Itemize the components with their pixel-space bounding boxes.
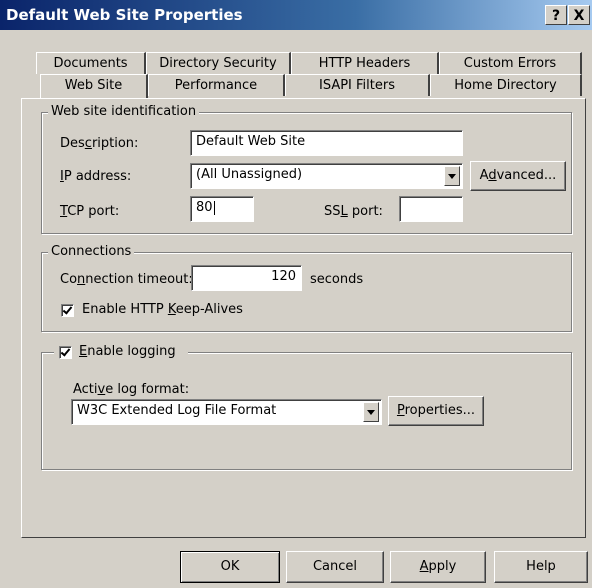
tab-directory-security[interactable]: Directory Security [146, 52, 291, 74]
tab-home-directory[interactable]: Home Directory [430, 74, 582, 96]
connections-legend: Connections [48, 244, 135, 259]
connections-group [41, 252, 572, 332]
apply-button[interactable]: Apply [390, 551, 486, 583]
keepalive-checkbox[interactable] [61, 304, 74, 317]
tcp-port-input[interactable]: 80 [190, 196, 254, 222]
keepalive-label: Enable HTTP Keep-Alives [82, 302, 243, 317]
log-format-value: W3C Extended Log File Format [77, 403, 277, 418]
tcp-port-value: 80 [196, 200, 213, 215]
log-format-label: Active log format: [73, 382, 190, 397]
cancel-button[interactable]: Cancel [286, 551, 384, 583]
tab-custom-errors[interactable]: Custom Errors [439, 52, 582, 74]
description-label: Description: [60, 136, 139, 151]
tab-http-headers[interactable]: HTTP Headers [291, 52, 439, 74]
text-caret [213, 200, 215, 215]
ip-address-select[interactable]: (All Unassigned) [190, 163, 463, 189]
description-input[interactable]: Default Web Site [190, 130, 463, 156]
properties-dialog: Default Web Site Properties ? X Document… [0, 0, 592, 588]
connection-timeout-label: Connection timeout: [60, 272, 193, 287]
connection-timeout-input[interactable]: 120 [191, 265, 302, 291]
ip-address-value: (All Unassigned) [196, 167, 303, 182]
enable-logging-checkbox[interactable] [59, 346, 72, 359]
enable-logging-label: Enable logging [79, 344, 176, 359]
tab-performance[interactable]: Performance [148, 74, 285, 96]
ssl-port-label: SSL port: [324, 204, 383, 219]
tab-isapi-filters[interactable]: ISAPI Filters [285, 74, 430, 96]
tcp-port-label: TCP port: [60, 204, 120, 219]
tab-web-site[interactable]: Web Site [40, 74, 148, 98]
timeout-unit-label: seconds [310, 272, 364, 287]
log-format-select[interactable]: W3C Extended Log File Format [71, 399, 382, 425]
help-button[interactable]: Help [494, 551, 588, 583]
window-title: Default Web Site Properties [6, 6, 243, 24]
help-title-button[interactable]: ? [545, 5, 567, 25]
log-format-dropdown-arrow-icon[interactable] [363, 402, 379, 422]
tab-documents[interactable]: Documents [36, 52, 146, 74]
ip-address-label: IP address: [60, 169, 132, 184]
ok-button[interactable]: OK [180, 551, 280, 583]
identification-legend: Web site identification [48, 104, 200, 119]
log-properties-button[interactable]: Properties... [388, 396, 484, 426]
ssl-port-input[interactable] [399, 196, 463, 222]
close-title-button[interactable]: X [568, 5, 590, 25]
ip-address-dropdown-arrow-icon[interactable] [444, 166, 460, 186]
title-bar[interactable]: Default Web Site Properties ? X [0, 0, 592, 30]
advanced-button[interactable]: Advanced... [470, 161, 566, 191]
